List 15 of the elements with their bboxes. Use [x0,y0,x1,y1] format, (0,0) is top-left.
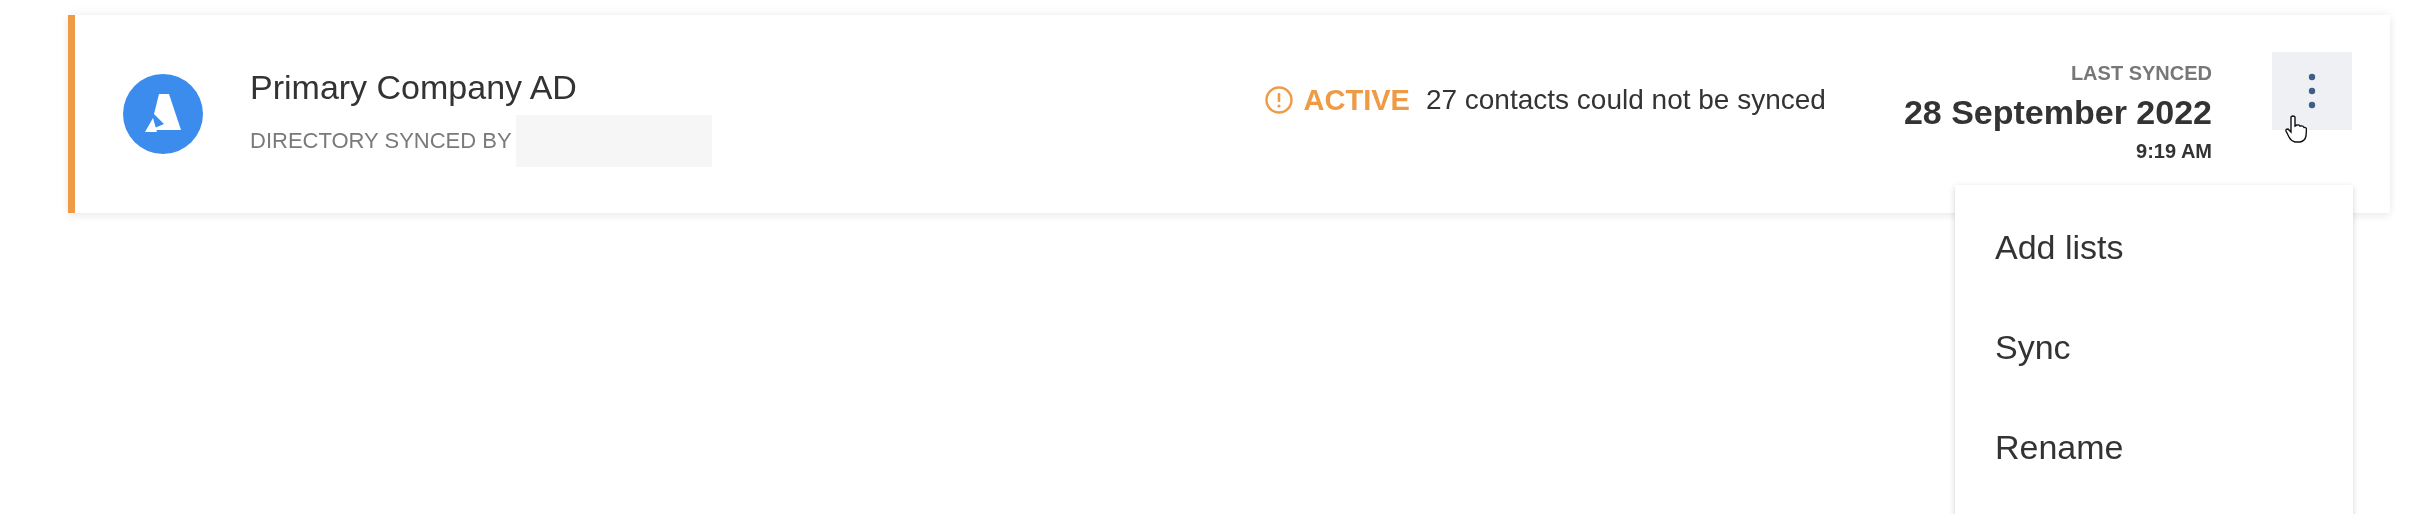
synced-by-label: DIRECTORY SYNCED BY [250,127,512,154]
warning-icon [1263,85,1294,115]
menu-item[interactable]: Sync [1955,297,2353,397]
kebab-icon [2307,71,2317,111]
status-message: 27 contacts could not be synced [1425,84,1826,116]
hand-cursor-icon [2285,115,2307,143]
menu-item[interactable]: Add lists [1955,197,2353,297]
triangle-logo-icon [123,74,203,154]
last-synced-label: LAST SYNCED [2070,61,2212,85]
directory-name: Primary Company AD [250,67,578,107]
more-options-button[interactable] [2272,52,2352,130]
status-label: ACTIVE [1303,83,1410,117]
menu-item[interactable]: Rename [1955,397,2353,497]
last-synced-date: 28 September 2022 [1903,92,2212,132]
last-synced-time: 9:19 AM [2136,139,2212,163]
